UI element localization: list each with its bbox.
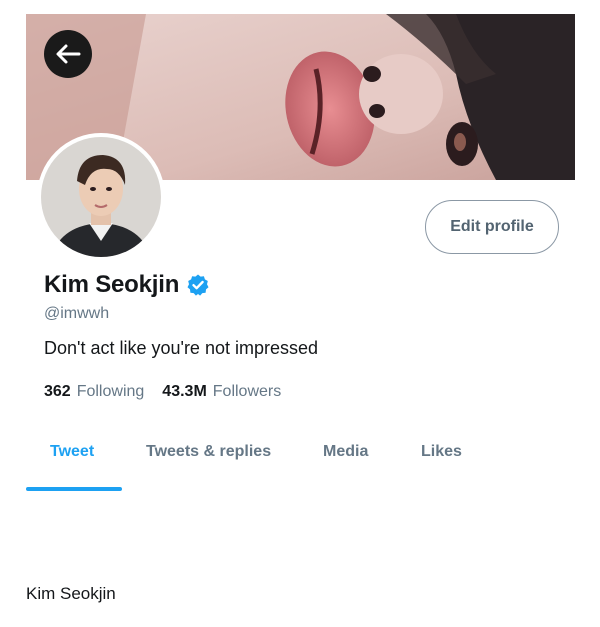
tab-media[interactable]: Media xyxy=(323,443,368,461)
profile-tabs: Tweet Tweets & replies Media Likes xyxy=(26,426,575,492)
following-count: 362 xyxy=(44,383,71,400)
arrow-left-icon xyxy=(56,44,81,64)
tab-tweets-and-replies[interactable]: Tweets & replies xyxy=(146,443,271,461)
content-text: Kim Seokjin xyxy=(26,584,116,603)
active-tab-indicator xyxy=(26,487,122,491)
name-row: Kim Seokjin xyxy=(44,271,210,299)
verified-badge-icon xyxy=(187,274,209,296)
profile-bio: Don't act like you're not impressed xyxy=(44,338,318,358)
following-stat[interactable]: 362 Following xyxy=(44,383,144,401)
profile-handle: @imwwh xyxy=(44,305,110,322)
following-label: Following xyxy=(76,383,145,400)
followers-label: Followers xyxy=(212,383,282,400)
tab-likes[interactable]: Likes xyxy=(421,443,462,461)
display-name: Kim Seokjin xyxy=(44,271,180,298)
back-button[interactable] xyxy=(44,30,92,78)
followers-count: 43.3M xyxy=(162,383,207,400)
profile-stats: 362 Following 43.3M Followers xyxy=(44,383,281,401)
avatar[interactable] xyxy=(37,133,165,261)
tab-tweet[interactable]: Tweet xyxy=(50,443,94,461)
followers-stat[interactable]: 43.3M Followers xyxy=(162,383,281,401)
edit-profile-button[interactable]: Edit profile xyxy=(425,200,559,254)
avatar-photo xyxy=(41,137,161,257)
